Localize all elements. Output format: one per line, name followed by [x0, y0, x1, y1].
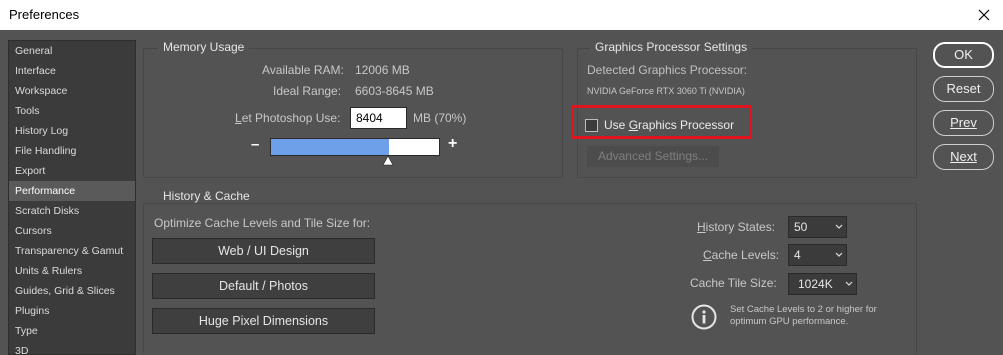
reset-button[interactable]: Reset [933, 76, 994, 102]
memory-usage-title: Memory Usage [158, 40, 250, 54]
cache-levels-label: Cache Levels: [703, 248, 780, 262]
sidebar-item-interface[interactable]: Interface [9, 61, 135, 81]
sidebar-item-file-handling[interactable]: File Handling [9, 141, 135, 161]
use-gpu-label[interactable]: Use Graphics Processor [604, 118, 734, 132]
ideal-range-label: Ideal Range: [273, 84, 342, 98]
memory-slider-fill [271, 139, 389, 155]
cache-tile-size-select[interactable]: 1024K [788, 273, 857, 295]
optimize-label: Optimize Cache Levels and Tile Size for: [154, 216, 371, 230]
gpu-name: NVIDIA GeForce RTX 3060 Ti (NVIDIA) [587, 86, 745, 96]
memory-amount-input[interactable]: 8404 [350, 107, 407, 129]
preferences-sidebar: General Interface Workspace Tools History Lo… [8, 40, 136, 355]
sidebar-item-performance[interactable]: Performance [9, 181, 135, 201]
history-states-label: History States: [697, 220, 776, 234]
decrease-memory-button[interactable]: – [251, 136, 259, 153]
sidebar-item-tools[interactable]: Tools [9, 101, 135, 121]
title-bar: Preferences [0, 0, 1003, 30]
history-cache-title: History & Cache [158, 189, 255, 203]
use-gpu-checkbox[interactable] [585, 119, 598, 132]
sidebar-item-export[interactable]: Export [9, 161, 135, 181]
sidebar-item-guides-grid-slices[interactable]: Guides, Grid & Slices [9, 281, 135, 301]
close-icon[interactable] [973, 4, 995, 26]
sidebar-item-scratch-disks[interactable]: Scratch Disks [9, 201, 135, 221]
memory-slider-track[interactable] [270, 138, 440, 156]
window-title: Preferences [9, 7, 80, 22]
prev-button[interactable]: Prev [933, 110, 994, 136]
chevron-down-icon [835, 224, 843, 229]
let-photoshop-use-label: Let Photoshop Use: [235, 111, 341, 125]
available-ram-value: 12006 MB [355, 63, 410, 77]
sidebar-item-type[interactable]: Type [9, 321, 135, 341]
cache-tile-size-label: Cache Tile Size: [690, 276, 777, 290]
sidebar-item-plugins[interactable]: Plugins [9, 301, 135, 321]
gpu-cache-tip-line1: Set Cache Levels to 2 or higher for [730, 304, 877, 315]
dialog-body: General Interface Workspace Tools History Lo… [0, 30, 1003, 355]
default-photos-button[interactable]: Default / Photos [152, 273, 375, 299]
history-states-select[interactable]: 50 [788, 216, 847, 238]
ideal-range-value: 6603-8645 MB [355, 84, 434, 98]
sidebar-item-cursors[interactable]: Cursors [9, 221, 135, 241]
gpu-cache-tip-line2: optimum GPU performance. [730, 316, 849, 327]
detected-gpu-label: Detected Graphics Processor: [587, 63, 748, 77]
sidebar-item-general[interactable]: General [9, 41, 135, 61]
memory-unit-label: MB (70%) [413, 111, 467, 125]
chevron-down-icon [835, 252, 843, 257]
chevron-down-icon [845, 281, 853, 286]
ok-button[interactable]: OK [933, 42, 994, 68]
web-ui-design-button[interactable]: Web / UI Design [152, 238, 375, 264]
sidebar-item-units-rulers[interactable]: Units & Rulers [9, 261, 135, 281]
cache-levels-select[interactable]: 4 [788, 244, 847, 266]
advanced-settings-button[interactable]: Advanced Settings... [587, 146, 719, 167]
huge-pixel-dimensions-button[interactable]: Huge Pixel Dimensions [152, 308, 375, 334]
sidebar-item-transparency-gamut[interactable]: Transparency & Gamut [9, 241, 135, 261]
next-button[interactable]: Next [933, 144, 994, 170]
memory-slider-thumb[interactable] [382, 156, 394, 166]
increase-memory-button[interactable]: + [448, 135, 457, 153]
sidebar-item-workspace[interactable]: Workspace [9, 81, 135, 101]
sidebar-item-history-log[interactable]: History Log [9, 121, 135, 141]
info-icon [691, 304, 717, 330]
gpu-settings-title: Graphics Processor Settings [590, 40, 753, 54]
available-ram-label: Available RAM: [262, 63, 344, 77]
